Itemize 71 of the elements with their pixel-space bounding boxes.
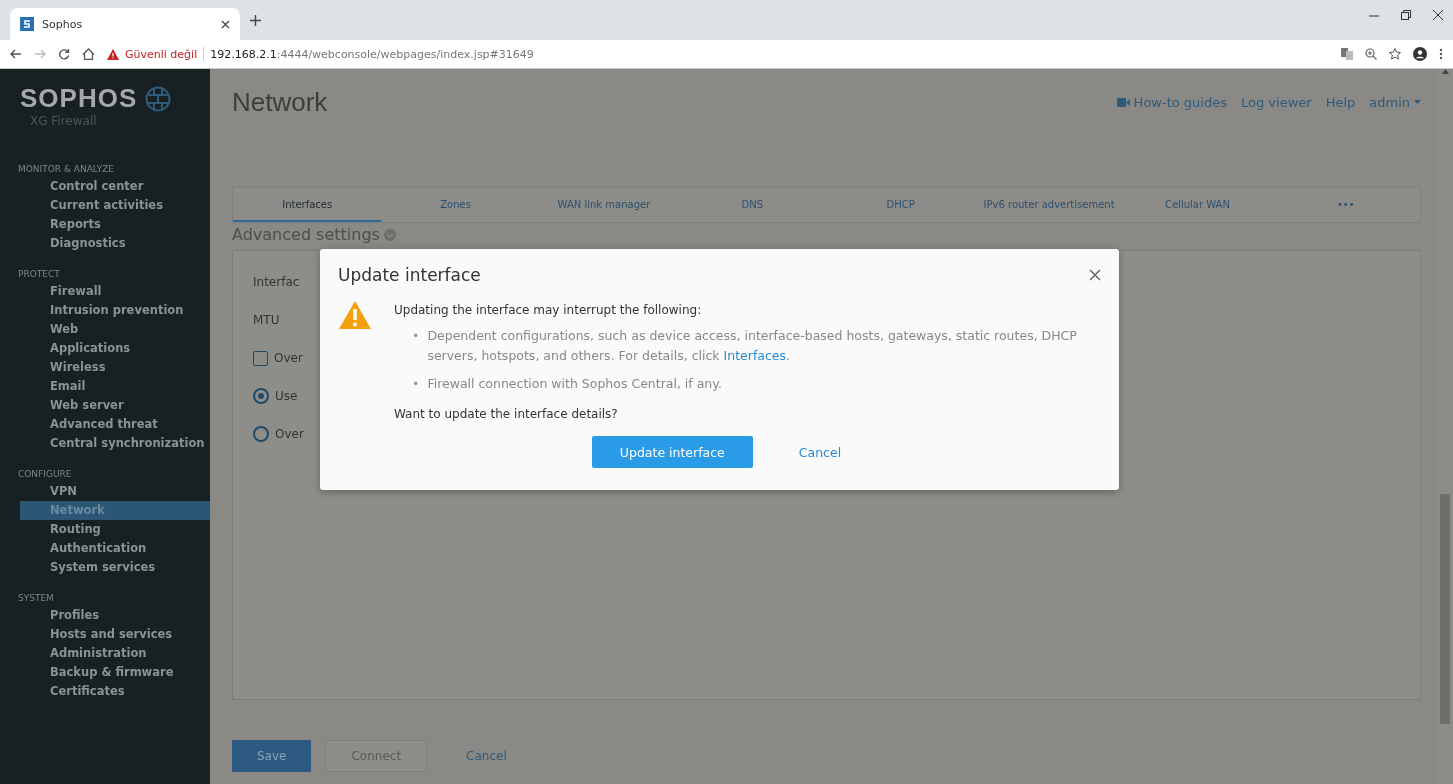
field-label: Over [275, 427, 304, 441]
dialog-title: Update interface [338, 264, 481, 285]
field-label: Interfac [253, 275, 300, 289]
browser-tab[interactable]: Sophos [10, 8, 240, 40]
checkbox[interactable] [253, 350, 268, 366]
bullet-text: Dependent configurations, such as device access, interface-based hosts, gateways, static routes, DHCP servers, hotspots, and others. For details, click Interfaces. [427, 327, 1078, 365]
sidebar-item[interactable]: Profiles [20, 606, 210, 625]
video-icon [1116, 97, 1130, 107]
sidebar-item[interactable]: Applications [20, 339, 210, 358]
sidebar-item[interactable]: Web [20, 320, 210, 339]
section-heading: MONITOR & ANALYZE [17, 164, 116, 174]
security-label[interactable]: Güvenli değil [125, 47, 198, 61]
tab[interactable]: WAN link manager [529, 188, 679, 222]
sidebar-item[interactable]: Diagnostics [20, 234, 210, 253]
sidebar-item[interactable]: Control center [20, 177, 210, 196]
zoom-icon[interactable] [1365, 48, 1377, 60]
bullet-text: Firewall connection with Sophos Central, if any. [427, 375, 722, 393]
caret-icon [1414, 100, 1421, 104]
page-title: Network [232, 86, 329, 118]
sidebar-item[interactable]: Administration [20, 644, 210, 663]
sidebar-item[interactable]: Hosts and services [20, 625, 210, 644]
sidebar-item[interactable]: VPN [20, 482, 210, 501]
sidebar-item[interactable]: Advanced threat [20, 415, 210, 434]
restore-icon[interactable] [1401, 10, 1411, 20]
sidebar-item[interactable]: Intrusion prevention [20, 301, 210, 320]
sidebar-item[interactable]: System services [20, 558, 210, 577]
home-icon[interactable] [82, 48, 95, 60]
globe-icon [145, 85, 172, 112]
reload-icon[interactable] [58, 48, 70, 60]
tab-title: Sophos [42, 17, 84, 31]
section-heading: SYSTEM [17, 593, 55, 603]
warning-icon [107, 48, 119, 60]
close-icon[interactable] [221, 19, 230, 29]
sidebar-item[interactable]: Central synchronization [20, 434, 210, 453]
account-icon[interactable] [1413, 47, 1427, 61]
field-label: Over [274, 351, 303, 365]
sidebar-item[interactable]: Wireless [20, 358, 210, 377]
field-label: MTU [253, 313, 280, 327]
sidebar-item[interactable]: Web server [20, 396, 210, 415]
bullet-icon: • [412, 374, 420, 394]
field-label: Use [275, 389, 298, 403]
dialog-question: Want to update the interface details? [394, 406, 619, 423]
sidebar-item[interactable]: Email [20, 377, 210, 396]
section-title: Advanced settings [232, 225, 380, 244]
sidebar-item[interactable]: Reports [20, 215, 210, 234]
radio-button[interactable] [253, 426, 269, 442]
star-icon[interactable] [1389, 48, 1401, 60]
sidebar-item[interactable]: Authentication [20, 539, 210, 558]
sidebar-item[interactable]: Certificates [20, 682, 210, 701]
update-button[interactable]: Update interface [591, 436, 753, 468]
section-heading: PROTECT [17, 269, 61, 279]
close-icon[interactable] [1433, 10, 1443, 20]
sidebar-item[interactable]: Backup & firmware [20, 663, 210, 682]
menu-icon[interactable] [1439, 48, 1443, 60]
footer-button[interactable]: Save [232, 740, 312, 772]
section-heading: CONFIGURE [17, 469, 73, 479]
logo-text: SOPHOS [20, 83, 138, 114]
warning-icon [338, 300, 372, 330]
scrollbar-thumb[interactable] [1440, 494, 1450, 724]
radio-button[interactable] [253, 388, 269, 404]
new-tab-icon[interactable] [250, 14, 261, 26]
sidebar-item[interactable]: Firewall [20, 282, 210, 301]
back-icon[interactable] [10, 48, 22, 60]
cancel-button[interactable]: Cancel [792, 443, 848, 461]
tab[interactable]: Interfaces [233, 188, 382, 222]
bullet-icon: • [412, 326, 420, 366]
url-text[interactable]: 192.168.2.1:4444/webconsole/webpages/index.jsp#31649 [210, 47, 534, 61]
dialog-text: Updating the interface may interrupt the following: [394, 302, 703, 319]
sidebar-item[interactable]: Routing [20, 520, 210, 539]
sidebar-item[interactable]: Current activities [20, 196, 210, 215]
translate-icon[interactable] [1341, 48, 1353, 60]
